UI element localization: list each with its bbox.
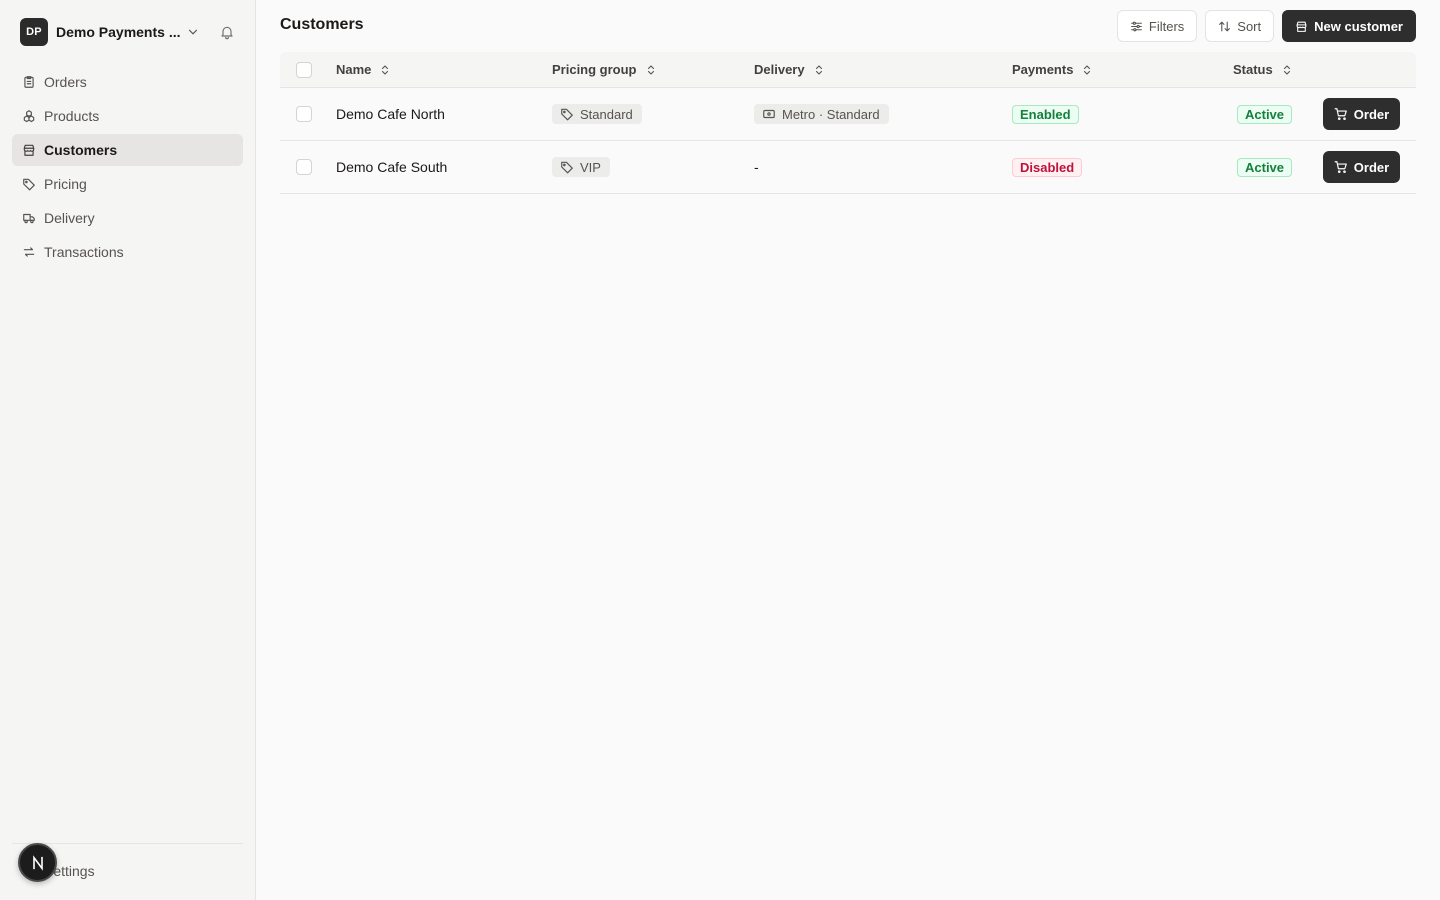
pricing-group-tag: Standard — [552, 104, 642, 124]
store-icon — [1296, 21, 1307, 32]
sort-chevrons-icon — [1283, 64, 1290, 75]
sidebar-item-label: Orders — [44, 74, 87, 90]
org-avatar: DP — [20, 18, 48, 46]
sort-chevrons-icon — [647, 64, 654, 75]
sidebar-item-transactions[interactable]: Transactions — [12, 236, 243, 268]
org-name: Demo Payments ... — [56, 24, 181, 40]
truck-icon — [23, 213, 35, 224]
boxes-icon — [23, 110, 35, 123]
customer-name[interactable]: Demo Cafe South — [336, 159, 447, 175]
ticket-icon — [763, 109, 775, 119]
column-header-payments[interactable]: Payments — [1012, 62, 1093, 77]
sidebar-nav: Orders Products Customers Pricing Delive… — [12, 66, 243, 270]
sidebar-item-pricing[interactable]: Pricing — [12, 168, 243, 200]
tag-icon — [561, 161, 573, 174]
sidebar: DP Demo Payments ... Orders Products Cus… — [0, 0, 256, 900]
arrows-swap-icon — [23, 247, 35, 257]
column-header-label: Status — [1233, 62, 1273, 77]
sidebar-item-label: Customers — [44, 142, 118, 158]
pricing-group-label: VIP — [580, 159, 601, 175]
sliders-icon — [1130, 21, 1142, 31]
sidebar-item-products[interactable]: Products — [12, 100, 243, 132]
row-checkbox[interactable] — [296, 106, 312, 122]
order-button-label: Order — [1353, 106, 1390, 122]
column-header-label: Payments — [1012, 62, 1074, 77]
sidebar-item-orders[interactable]: Orders — [12, 66, 243, 98]
customers-table: Name Pricing group Delivery Payments Sta… — [280, 52, 1416, 194]
select-all-checkbox[interactable] — [296, 61, 312, 78]
sort-chevrons-icon — [1084, 64, 1091, 75]
column-header-label: Name — [336, 62, 372, 77]
new-customer-label: New customer — [1314, 18, 1403, 34]
sidebar-item-label: Products — [44, 108, 100, 124]
delivery-empty-value: - — [754, 159, 759, 175]
column-header-label: Pricing group — [552, 62, 637, 77]
sort-chevrons-icon — [382, 64, 389, 75]
column-header-delivery[interactable]: Delivery — [754, 62, 825, 77]
sidebar-item-customers[interactable]: Customers — [12, 134, 243, 166]
sidebar-item-label: Delivery — [44, 210, 95, 226]
bell-icon[interactable] — [219, 24, 235, 40]
column-header-status[interactable]: Status — [1233, 62, 1293, 77]
sidebar-item-delivery[interactable]: Delivery — [12, 202, 243, 234]
customer-name[interactable]: Demo Cafe North — [336, 106, 445, 122]
tag-icon — [23, 178, 35, 191]
sort-button[interactable]: Sort — [1205, 10, 1275, 42]
tag-icon — [561, 108, 573, 121]
toolbar: Filters Sort New customer — [1116, 10, 1416, 42]
sidebar-item-label: Transactions — [44, 244, 124, 260]
table-row[interactable]: Demo Cafe North Standard Metro · Standar… — [280, 88, 1416, 141]
main-content: Customers Filters Sort New customer Name… — [256, 0, 1440, 900]
order-button-label: Order — [1353, 159, 1390, 175]
cart-icon — [1334, 108, 1347, 121]
sort-arrows-icon — [1219, 21, 1231, 31]
delivery-tag: Metro · Standard — [754, 104, 889, 124]
n-logo-icon — [32, 854, 43, 871]
pricing-group-label: Standard — [580, 106, 633, 122]
org-switcher[interactable]: DP Demo Payments ... — [20, 18, 240, 46]
order-button[interactable]: Order — [1323, 98, 1400, 130]
sidebar-divider — [12, 843, 243, 844]
payments-status-badge: Disabled — [1012, 157, 1083, 177]
new-customer-button[interactable]: New customer — [1282, 10, 1416, 42]
page-title: Customers — [280, 16, 364, 33]
column-header-label: Delivery — [754, 62, 805, 77]
chevron-down-icon[interactable] — [186, 25, 200, 39]
cart-icon — [1334, 161, 1347, 174]
filters-label: Filters — [1148, 18, 1185, 34]
sort-chevrons-icon — [815, 64, 822, 75]
store-icon — [23, 144, 35, 156]
sort-label: Sort — [1237, 18, 1262, 34]
assistant-launcher-button[interactable] — [18, 843, 57, 882]
status-badge: Active — [1237, 104, 1293, 124]
clipboard-icon — [24, 76, 34, 88]
table-header: Name Pricing group Delivery Payments Sta… — [280, 52, 1416, 88]
table-row[interactable]: Demo Cafe South VIP - Disabled Active Or… — [280, 141, 1416, 194]
row-checkbox[interactable] — [296, 159, 312, 175]
sidebar-item-label: Pricing — [44, 176, 87, 192]
column-header-pricing-group[interactable]: Pricing group — [552, 62, 657, 77]
column-header-name[interactable]: Name — [336, 62, 391, 77]
payments-status-badge: Enabled — [1012, 104, 1079, 124]
delivery-label: Metro · Standard — [782, 106, 880, 122]
order-button[interactable]: Order — [1323, 151, 1400, 183]
status-badge: Active — [1237, 157, 1293, 177]
pricing-group-tag: VIP — [552, 157, 610, 177]
filters-button[interactable]: Filters — [1116, 10, 1198, 42]
